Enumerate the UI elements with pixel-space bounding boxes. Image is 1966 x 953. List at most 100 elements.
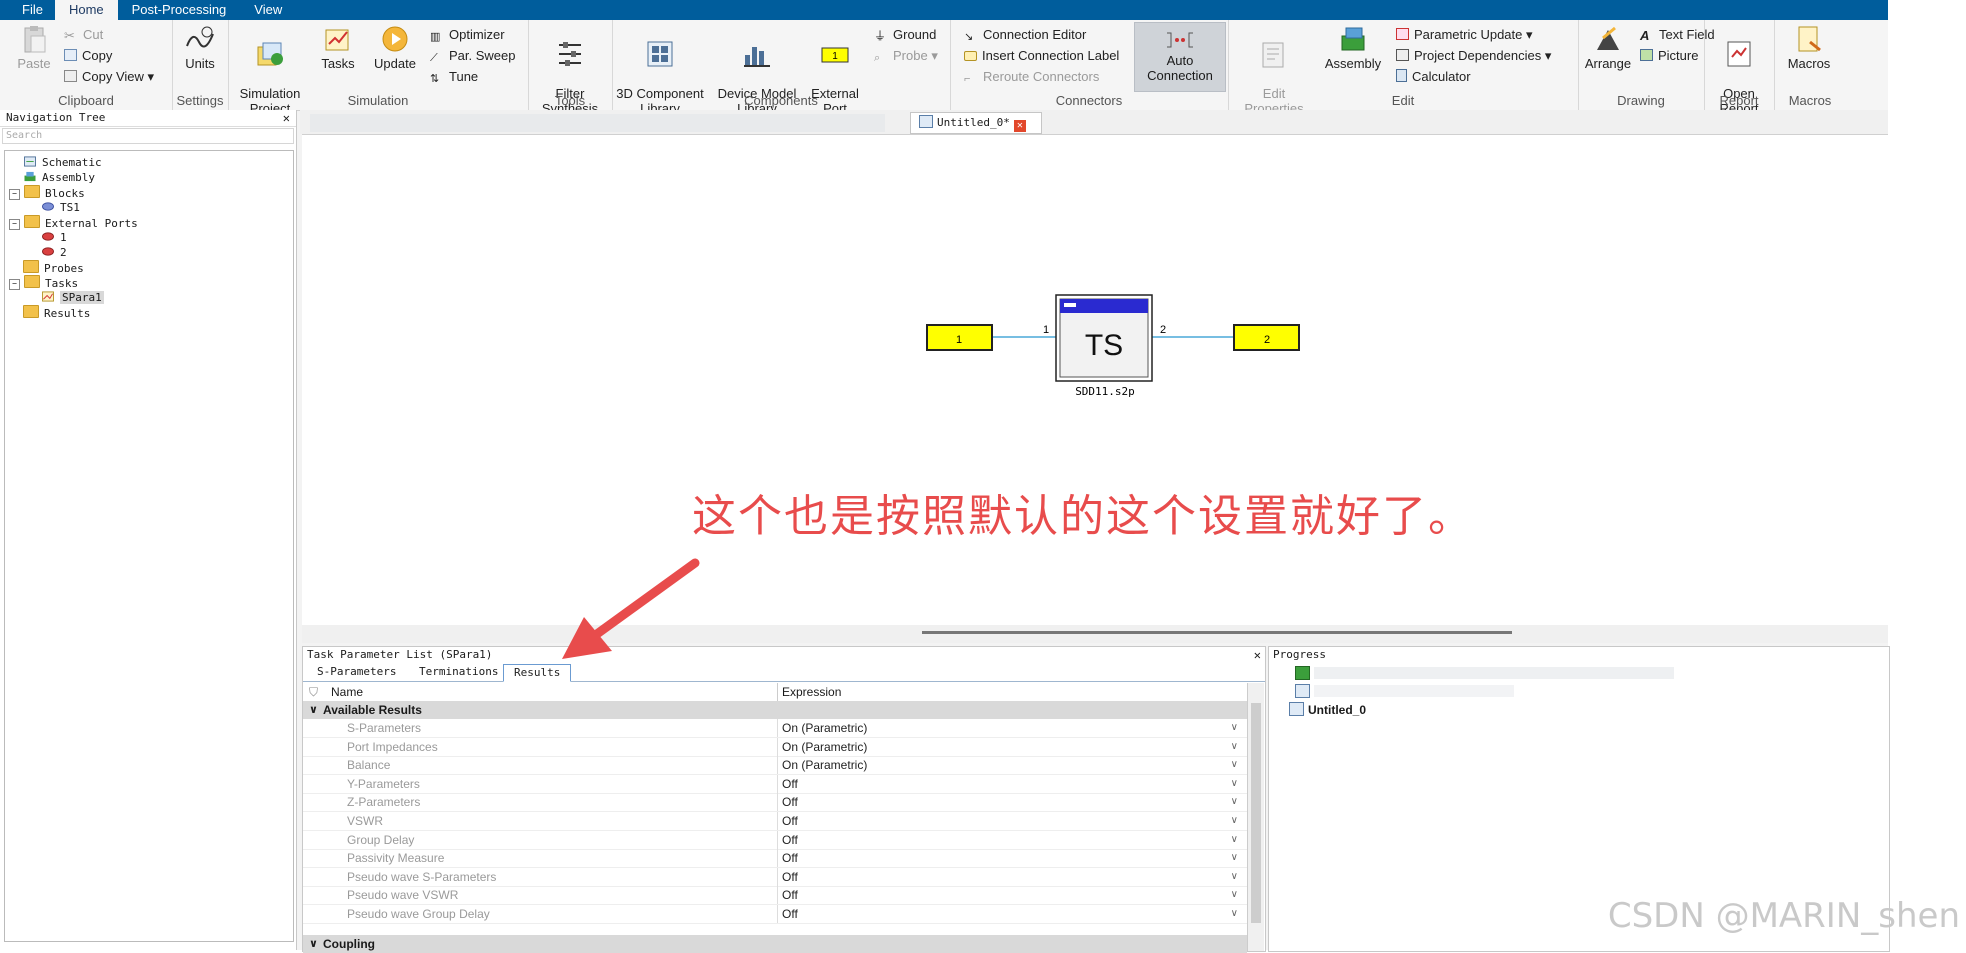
menu-post-processing[interactable]: Post-Processing bbox=[118, 0, 241, 20]
collapse-toggle-icon[interactable]: − bbox=[9, 189, 20, 200]
optimizer-button[interactable]: ▥ Optimizer bbox=[430, 26, 505, 44]
column-expression: Expression bbox=[777, 683, 841, 701]
row-expression-dropdown[interactable]: Off ∨ bbox=[777, 793, 1244, 812]
tab-s-parameters[interactable]: S-Parameters bbox=[307, 664, 406, 680]
close-tab-icon[interactable]: ✕ bbox=[1013, 120, 1026, 132]
chevron-down-icon[interactable]: ∨ bbox=[1231, 719, 1238, 737]
canvas-scrollbar-track bbox=[302, 625, 1888, 643]
insert-connection-label-button[interactable]: Insert Connection Label bbox=[964, 47, 1119, 65]
table-row[interactable]: Z-Parameters Off ∨ bbox=[303, 793, 1247, 813]
tree-item-blocks[interactable]: − Blocks bbox=[9, 185, 85, 200]
schematic-canvas[interactable]: TS 1 2 1 2 SDD11.s2p bbox=[302, 134, 1888, 643]
probe-button[interactable]: ⌕ Probe ▾ bbox=[874, 47, 938, 65]
par-sweep-button[interactable]: ⟋ Par. Sweep bbox=[430, 47, 516, 65]
macros-button[interactable]: Macros bbox=[1778, 24, 1840, 71]
tree-label: 1 bbox=[60, 231, 67, 244]
row-expression-dropdown[interactable]: Off ∨ bbox=[777, 774, 1244, 793]
row-expression-dropdown[interactable]: Off ∨ bbox=[777, 886, 1244, 905]
project-icon bbox=[1289, 702, 1304, 716]
connection-editor-button[interactable]: ↘ Connection Editor bbox=[964, 26, 1086, 44]
tree-item-results[interactable]: Results bbox=[23, 305, 90, 320]
cut-button[interactable]: ✂ Cut bbox=[64, 26, 103, 44]
close-icon[interactable]: ✕ bbox=[1254, 647, 1261, 663]
reroute-connectors-button[interactable]: ⌐ Reroute Connectors bbox=[964, 68, 1099, 86]
arrange-button[interactable]: Arrange bbox=[1582, 24, 1634, 71]
row-expression-dropdown[interactable]: Off ∨ bbox=[777, 812, 1244, 830]
chevron-down-icon[interactable]: ∨ bbox=[1231, 868, 1238, 886]
horizontal-scrollbar[interactable] bbox=[922, 631, 1512, 634]
table-row[interactable]: Passivity Measure Off ∨ bbox=[303, 849, 1247, 869]
tree-item-external-ports[interactable]: − External Ports bbox=[9, 215, 138, 230]
table-row[interactable]: VSWR Off ∨ bbox=[303, 812, 1247, 831]
table-row[interactable]: Balance On (Parametric) ∨ bbox=[303, 756, 1247, 776]
tab-terminations[interactable]: Terminations bbox=[409, 664, 508, 680]
chevron-down-icon: ∨ bbox=[309, 938, 318, 950]
navigation-search-input[interactable]: Search bbox=[2, 128, 294, 144]
table-row[interactable]: S-Parameters On (Parametric) ∨ bbox=[303, 719, 1247, 738]
chevron-down-icon[interactable]: ∨ bbox=[1231, 886, 1238, 904]
tree-item-ts1[interactable]: TS1 bbox=[41, 200, 80, 215]
project-dependencies-button[interactable]: Project Dependencies ▾ bbox=[1396, 47, 1551, 65]
menu-view[interactable]: View bbox=[240, 0, 296, 20]
close-icon[interactable]: ✕ bbox=[283, 110, 290, 126]
tune-button[interactable]: ⇅ Tune bbox=[430, 68, 478, 86]
row-expression-dropdown[interactable]: Off ∨ bbox=[777, 867, 1244, 886]
table-row[interactable]: Port Impedances On (Parametric) ∨ bbox=[303, 737, 1247, 757]
picture-button[interactable]: Picture bbox=[1640, 47, 1698, 65]
assembly-button[interactable]: Assembly bbox=[1320, 24, 1386, 71]
chevron-down-icon[interactable]: ∨ bbox=[1231, 756, 1238, 774]
chevron-down-icon[interactable]: ∨ bbox=[1231, 775, 1238, 793]
parametric-update-button[interactable]: Parametric Update ▾ bbox=[1396, 26, 1533, 44]
calculator-button[interactable]: Calculator bbox=[1396, 68, 1471, 86]
picture-icon bbox=[1640, 49, 1653, 61]
chevron-down-icon[interactable]: ∨ bbox=[1231, 738, 1238, 756]
tree-item-schematic[interactable]: Schematic bbox=[23, 155, 102, 170]
copy-view-button[interactable]: Copy View ▾ bbox=[64, 68, 154, 86]
chevron-down-icon[interactable]: ∨ bbox=[1231, 831, 1238, 849]
tasks-button[interactable]: Tasks bbox=[316, 24, 360, 71]
table-row[interactable]: Y-Parameters Off ∨ bbox=[303, 774, 1247, 794]
table-row[interactable]: Pseudo wave VSWR Off ∨ bbox=[303, 886, 1247, 906]
folder-icon bbox=[24, 185, 40, 198]
update-button[interactable]: Update bbox=[370, 24, 420, 71]
menu-file[interactable]: File bbox=[0, 0, 55, 20]
optimizer-icon: ▥ bbox=[430, 31, 441, 43]
auto-connection-button[interactable]: Auto Connection bbox=[1134, 22, 1226, 92]
menu-home[interactable]: Home bbox=[54, 0, 118, 20]
table-row[interactable]: Pseudo wave Group Delay Off ∨ bbox=[303, 905, 1247, 924]
category-available-results[interactable]: ∨ Available Results bbox=[303, 701, 1247, 719]
collapse-toggle-icon[interactable]: − bbox=[9, 279, 20, 290]
row-expression-dropdown[interactable]: Off ∨ bbox=[777, 849, 1244, 868]
tree-item-port-2[interactable]: 2 bbox=[41, 245, 67, 260]
row-expression-dropdown[interactable]: Off ∨ bbox=[777, 830, 1244, 849]
filter-icon[interactable]: ⛉ bbox=[309, 683, 318, 701]
chevron-down-icon[interactable]: ∨ bbox=[1231, 812, 1238, 830]
row-expression-dropdown[interactable]: On (Parametric) ∨ bbox=[777, 719, 1244, 737]
units-icon bbox=[186, 26, 214, 48]
chevron-down-icon[interactable]: ∨ bbox=[1231, 793, 1238, 811]
tree-item-tasks[interactable]: − Tasks bbox=[9, 275, 78, 290]
category-coupling[interactable]: ∨ Coupling bbox=[303, 935, 1247, 953]
table-row[interactable]: Pseudo wave S-Parameters Off ∨ bbox=[303, 867, 1247, 887]
tree-item-port-1[interactable]: 1 bbox=[41, 230, 67, 245]
chevron-down-icon[interactable]: ∨ bbox=[1231, 905, 1238, 923]
row-expression-dropdown[interactable]: On (Parametric) ∨ bbox=[777, 737, 1244, 756]
tree-item-probes[interactable]: Probes bbox=[23, 260, 84, 275]
document-tab[interactable]: Untitled_0* ✕ bbox=[910, 112, 1042, 134]
paste-button[interactable]: Paste bbox=[12, 24, 56, 71]
external-port-icon: 1 bbox=[821, 47, 849, 63]
copy-button[interactable]: Copy bbox=[64, 47, 112, 65]
collapse-toggle-icon[interactable]: − bbox=[9, 219, 20, 230]
tree-item-assembly[interactable]: Assembly bbox=[23, 170, 95, 185]
ground-button[interactable]: ⏚ Ground bbox=[874, 26, 936, 44]
scrollbar-thumb[interactable] bbox=[1251, 703, 1261, 923]
units-button[interactable]: Units bbox=[178, 24, 222, 71]
table-row[interactable]: Group Delay Off ∨ bbox=[303, 830, 1247, 850]
vertical-scrollbar[interactable] bbox=[1247, 683, 1264, 951]
row-expression-dropdown[interactable]: On (Parametric) ∨ bbox=[777, 756, 1244, 775]
tree-item-spara1[interactable]: SPara1 bbox=[41, 290, 104, 305]
chevron-down-icon[interactable]: ∨ bbox=[1231, 849, 1238, 867]
row-expression-dropdown[interactable]: Off ∨ bbox=[777, 905, 1244, 923]
tab-results[interactable]: Results bbox=[503, 664, 572, 682]
progress-item-untitled[interactable]: Untitled_0 bbox=[1289, 701, 1366, 719]
